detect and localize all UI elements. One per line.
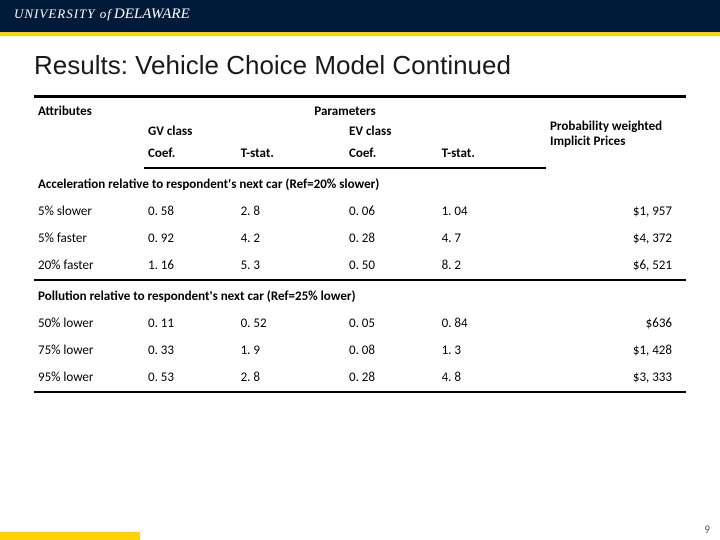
cell-ev-coef: 0. 05 [345, 310, 438, 337]
col-ev-coef: Coef. [345, 141, 438, 168]
logo-university-of: UNIVERSITY of [14, 6, 112, 22]
cell-price: $4, 372 [546, 225, 686, 252]
cell-price: $6, 521 [546, 252, 686, 280]
table-row: 95% lower 0. 53 2. 8 0. 28 4. 8 $3, 333 [34, 364, 686, 392]
cell-ev-coef: 0. 06 [345, 198, 438, 225]
cell-ev-t: 1. 04 [438, 198, 546, 225]
slide-title: Results: Vehicle Choice Model Continued [34, 50, 686, 81]
cell-gv-t: 2. 8 [237, 198, 345, 225]
cell-gv-t: 2. 8 [237, 364, 345, 392]
cell-gv-coef: 1. 16 [144, 252, 237, 280]
col-prob-weighted: Probability weighted Implicit Prices [546, 97, 686, 169]
cell-attr: 95% lower [34, 364, 144, 392]
col-parameters: Parameters [144, 97, 546, 125]
cell-ev-coef: 0. 28 [345, 364, 438, 392]
table-row: 5% faster 0. 92 4. 2 0. 28 4. 7 $4, 372 [34, 225, 686, 252]
cell-gv-t: 5. 3 [237, 252, 345, 280]
header-row-parameters: Attributes Parameters Probability weight… [34, 97, 686, 125]
table-row: 50% lower 0. 11 0. 52 0. 05 0. 84 $636 [34, 310, 686, 337]
table-row: 5% slower 0. 58 2. 8 0. 06 1. 04 $1, 957 [34, 198, 686, 225]
university-banner: UNIVERSITY of DELAWARE [0, 0, 720, 36]
cell-gv-t: 4. 2 [237, 225, 345, 252]
col-gv-class: GV class [144, 124, 345, 141]
cell-price: $3, 333 [546, 364, 686, 392]
cell-attr: 5% slower [34, 198, 144, 225]
col-gv-tstat: T-stat. [237, 141, 345, 168]
section-acceleration: Acceleration relative to respondent's ne… [34, 168, 686, 198]
banner-accent-stripe [0, 32, 720, 36]
section-pollution: Pollution relative to respondent's next … [34, 280, 686, 310]
footer-accent-bar [0, 532, 140, 540]
cell-ev-t: 0. 84 [438, 310, 546, 337]
cell-ev-coef: 0. 50 [345, 252, 438, 280]
table-row: 75% lower 0. 33 1. 9 0. 08 1. 3 $1, 428 [34, 337, 686, 364]
cell-ev-t: 8. 2 [438, 252, 546, 280]
cell-gv-coef: 0. 53 [144, 364, 237, 392]
logo-delaware: DELAWARE [114, 6, 190, 23]
col-attributes: Attributes [34, 97, 144, 169]
cell-attr: 20% faster [34, 252, 144, 280]
cell-price: $1, 957 [546, 198, 686, 225]
page-number: 9 [704, 523, 710, 536]
cell-gv-coef: 0. 11 [144, 310, 237, 337]
cell-attr: 50% lower [34, 310, 144, 337]
cell-ev-coef: 0. 08 [345, 337, 438, 364]
cell-gv-coef: 0. 33 [144, 337, 237, 364]
cell-gv-coef: 0. 58 [144, 198, 237, 225]
table-row: 20% faster 1. 16 5. 3 0. 50 8. 2 $6, 521 [34, 252, 686, 280]
cell-ev-coef: 0. 28 [345, 225, 438, 252]
cell-gv-t: 0. 52 [237, 310, 345, 337]
slide-content: Results: Vehicle Choice Model Continued … [0, 36, 720, 393]
cell-attr: 5% faster [34, 225, 144, 252]
cell-ev-t: 4. 7 [438, 225, 546, 252]
section-pollution-title: Pollution relative to respondent's next … [34, 280, 686, 310]
cell-ev-t: 1. 3 [438, 337, 546, 364]
cell-gv-coef: 0. 92 [144, 225, 237, 252]
cell-price: $636 [546, 310, 686, 337]
cell-attr: 75% lower [34, 337, 144, 364]
cell-gv-t: 1. 9 [237, 337, 345, 364]
cell-ev-t: 4. 8 [438, 364, 546, 392]
results-table: Attributes Parameters Probability weight… [34, 95, 686, 393]
col-gv-coef: Coef. [144, 141, 237, 168]
section-acceleration-title: Acceleration relative to respondent's ne… [34, 168, 686, 198]
cell-price: $1, 428 [546, 337, 686, 364]
col-ev-class: EV class [345, 124, 546, 141]
university-logo: UNIVERSITY of DELAWARE [14, 6, 190, 23]
col-ev-tstat: T-stat. [438, 141, 546, 168]
